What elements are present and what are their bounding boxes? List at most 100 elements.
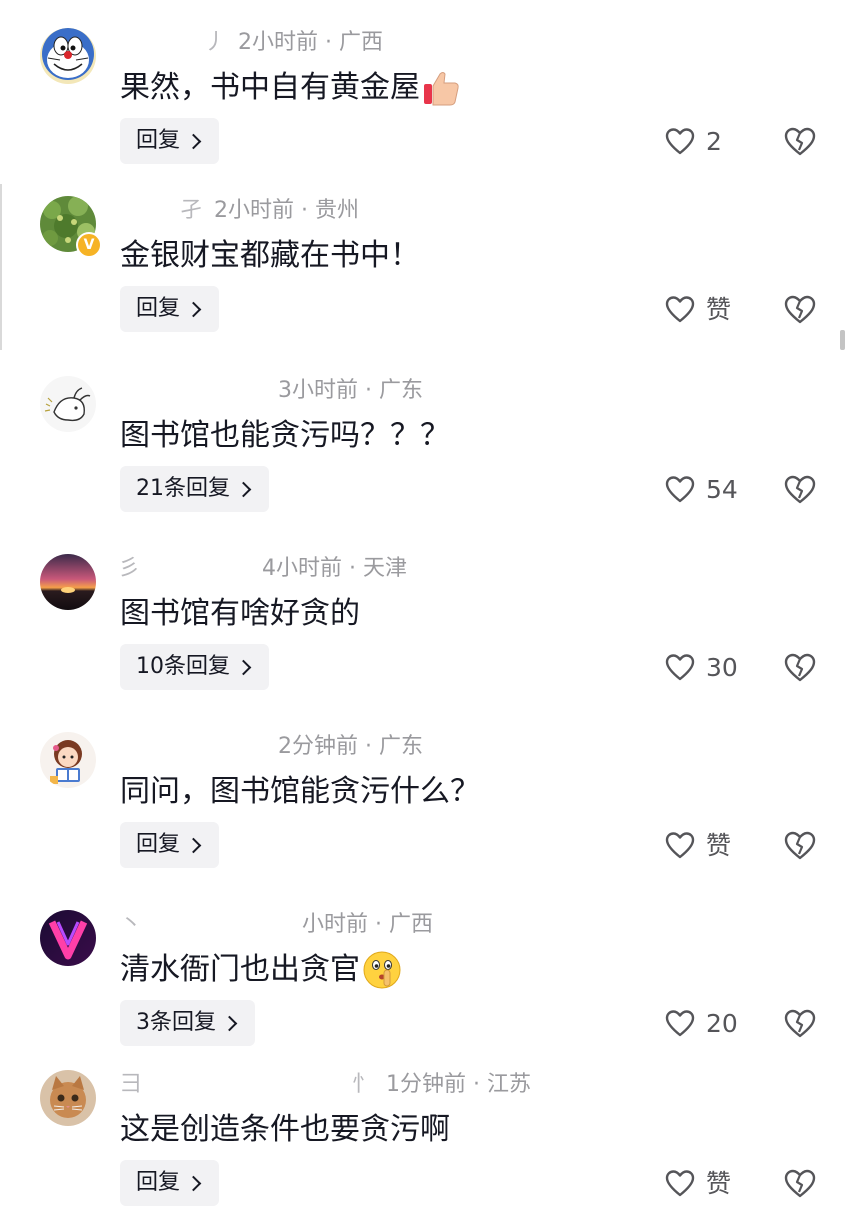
reply-button[interactable]: 回复 bbox=[120, 822, 220, 868]
kitten-avatar bbox=[40, 1070, 96, 1126]
heart-outline-icon bbox=[665, 296, 695, 323]
comment-location: 广西 bbox=[339, 30, 384, 55]
comment-time: 2分钟前 bbox=[278, 734, 358, 759]
broken-heart-icon bbox=[784, 127, 816, 156]
comment-text: 清水衙门也出贪官 bbox=[120, 948, 402, 992]
dislike-button[interactable] bbox=[783, 1167, 817, 1201]
comment-location: 广东 bbox=[379, 378, 424, 403]
avatar[interactable] bbox=[40, 28, 96, 84]
like-button[interactable]: 赞 bbox=[664, 1166, 731, 1202]
comment-text: 果然，书中自有黄金屋 bbox=[120, 66, 462, 110]
username[interactable]: 丿 bbox=[204, 30, 226, 55]
heart-outline-icon bbox=[665, 654, 695, 681]
dislike-button[interactable] bbox=[783, 1007, 817, 1041]
chevron-right-icon bbox=[235, 481, 252, 497]
comment-text: 图书馆也能贪污吗？？？ bbox=[120, 418, 450, 453]
heart-outline-icon bbox=[665, 832, 695, 859]
dislike-button[interactable] bbox=[783, 651, 817, 685]
heart-outline-icon bbox=[665, 1170, 695, 1197]
chevron-right-icon bbox=[185, 301, 202, 317]
avatar[interactable] bbox=[40, 1070, 96, 1126]
dislike-button[interactable] bbox=[783, 293, 817, 327]
heart-outline-icon bbox=[665, 476, 695, 503]
cartoon-cat-avatar bbox=[40, 28, 96, 84]
reply-button[interactable]: 21条回复 bbox=[120, 466, 269, 512]
comment-item: 丿 2小时前 · 广西 果然，书中自有黄金屋 回复 2 bbox=[0, 0, 845, 178]
comment-text: 金银财宝都藏在书中！ bbox=[120, 238, 420, 273]
reply-button[interactable]: 回复 bbox=[120, 286, 220, 332]
reading-girl-avatar bbox=[40, 732, 96, 788]
comment-time: 2小时前 bbox=[238, 30, 319, 55]
comment-text: 同问，图书馆能贪污什么？ bbox=[120, 774, 480, 809]
chevron-right-icon bbox=[185, 133, 202, 149]
shush-face-emoji bbox=[362, 950, 402, 990]
like-count: 54 bbox=[706, 475, 738, 504]
heart-outline-icon bbox=[665, 1010, 695, 1037]
comment-text: 图书馆有啥好贪的 bbox=[120, 596, 360, 631]
comment-time: 小时前 bbox=[302, 912, 369, 937]
comment-meta: 彡 4小时前 · 天津 bbox=[118, 556, 408, 581]
comment-meta: 彐忄 1分钟前 · 江苏 bbox=[120, 1072, 532, 1097]
like-button[interactable]: 2 bbox=[664, 124, 722, 160]
like-count: 2 bbox=[706, 127, 722, 156]
comment-location: 江苏 bbox=[487, 1072, 532, 1097]
chevron-right-icon bbox=[185, 837, 202, 853]
neon-v-avatar bbox=[40, 910, 96, 966]
broken-heart-icon bbox=[784, 653, 816, 682]
like-count: 赞 bbox=[706, 1169, 732, 1198]
comment-meta: 孑 2小时前 · 贵州 bbox=[180, 198, 360, 223]
verified-badge: V bbox=[76, 232, 102, 258]
like-count: 30 bbox=[706, 653, 738, 682]
like-button[interactable]: 赞 bbox=[664, 828, 731, 864]
username-suffix: 忄 bbox=[352, 1072, 375, 1097]
username[interactable]: 彡 bbox=[118, 556, 140, 581]
heart-outline-icon bbox=[665, 128, 695, 155]
like-count: 20 bbox=[706, 1009, 738, 1038]
avatar[interactable] bbox=[40, 910, 96, 966]
comment-meta: 丶小时前 · 广西 bbox=[120, 912, 434, 937]
username[interactable]: 彐 bbox=[120, 1072, 142, 1097]
comment-time: 1分钟前 bbox=[386, 1072, 467, 1097]
comment-meta: 丿 2小时前 · 广西 bbox=[204, 30, 384, 55]
like-button[interactable]: 54 bbox=[664, 472, 738, 508]
comment-item: V 孑 2小时前 · 贵州 金银财宝都藏在书中！ 回复 赞 bbox=[0, 168, 845, 346]
broken-heart-icon bbox=[784, 831, 816, 860]
reply-button[interactable]: 10条回复 bbox=[120, 644, 269, 690]
comment-text: 这是创造条件也要贪污啊 bbox=[120, 1112, 450, 1147]
comment-meta: 2分钟前 · 广东 bbox=[278, 734, 424, 759]
comment-item: 彐忄 1分钟前 · 江苏 这是创造条件也要贪污啊 回复 赞 bbox=[0, 1042, 845, 1220]
dislike-button[interactable] bbox=[783, 125, 817, 159]
chevron-right-icon bbox=[221, 1015, 238, 1031]
broken-heart-icon bbox=[784, 1169, 816, 1198]
like-count: 赞 bbox=[706, 831, 732, 860]
reply-button[interactable]: 回复 bbox=[120, 118, 220, 164]
sketch-animal-avatar bbox=[40, 376, 96, 432]
dislike-button[interactable] bbox=[783, 829, 817, 863]
comment-item: 丶小时前 · 广西 清水衙门也出贪官 3条回复 20 bbox=[0, 882, 845, 1060]
reply-button[interactable]: 3条回复 bbox=[120, 1000, 255, 1046]
like-button[interactable]: 20 bbox=[664, 1006, 738, 1042]
comment-time: 3小时前 bbox=[278, 378, 358, 403]
comment-meta: 3小时前 · 广东 bbox=[278, 378, 424, 403]
username[interactable]: 孑 bbox=[180, 198, 202, 223]
avatar[interactable] bbox=[40, 732, 96, 788]
broken-heart-icon bbox=[784, 295, 816, 324]
comment-item: 3小时前 · 广东 图书馆也能贪污吗？？？ 21条回复 54 bbox=[0, 348, 845, 526]
broken-heart-icon bbox=[784, 1009, 816, 1038]
avatar[interactable] bbox=[40, 554, 96, 610]
username[interactable]: 丶 bbox=[120, 912, 142, 937]
like-count: 赞 bbox=[706, 295, 732, 324]
comment-location: 贵州 bbox=[315, 198, 360, 223]
comment-item: 彡 4小时前 · 天津 图书馆有啥好贪的 10条回复 30 bbox=[0, 526, 845, 704]
comment-location: 广西 bbox=[389, 912, 434, 937]
reply-button[interactable]: 回复 bbox=[120, 1160, 220, 1206]
like-button[interactable]: 30 bbox=[664, 650, 738, 686]
comment-location: 广东 bbox=[379, 734, 424, 759]
broken-heart-icon bbox=[784, 475, 816, 504]
comment-location: 天津 bbox=[363, 556, 408, 581]
chevron-right-icon bbox=[235, 659, 252, 675]
chevron-right-icon bbox=[185, 1175, 202, 1191]
dislike-button[interactable] bbox=[783, 473, 817, 507]
like-button[interactable]: 赞 bbox=[664, 292, 731, 328]
avatar[interactable] bbox=[40, 376, 96, 432]
